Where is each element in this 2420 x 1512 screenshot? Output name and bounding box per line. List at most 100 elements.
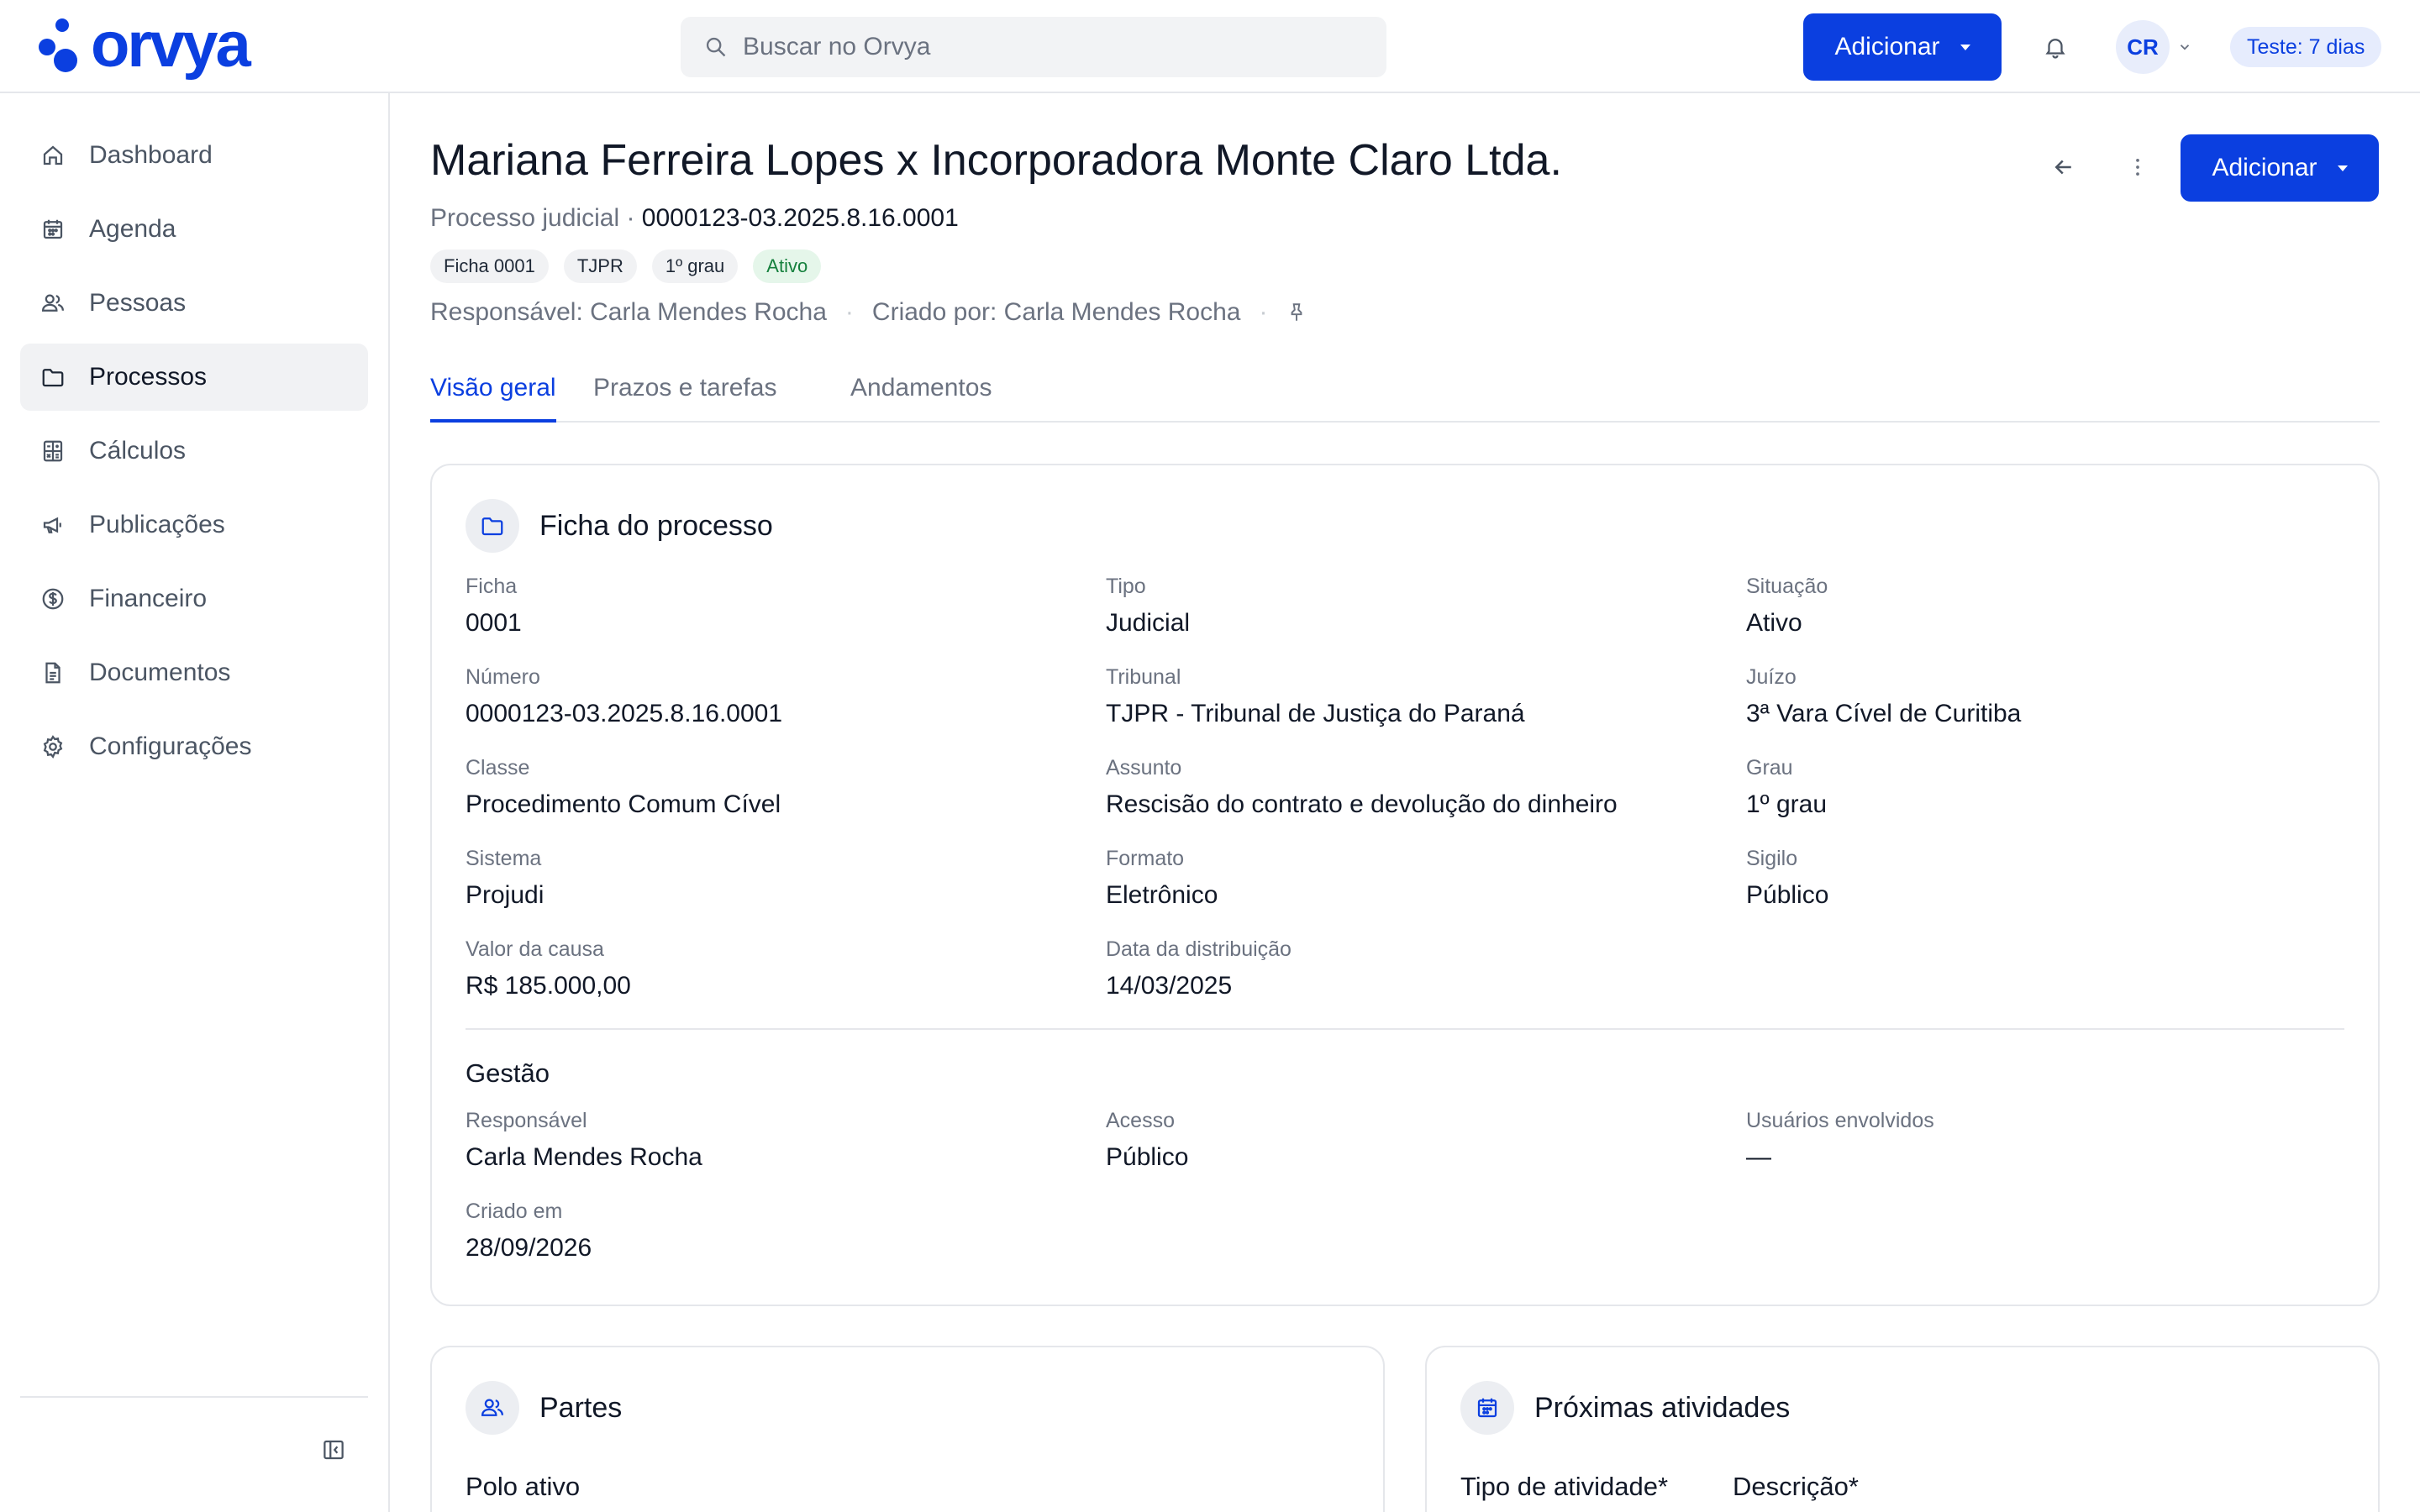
logo-dots-icon [39,18,86,72]
field-label: Acesso [1106,1109,1175,1132]
sidebar-item-label: Dashboard [89,141,213,169]
back-button[interactable] [2045,149,2082,186]
sidebar-divider [20,1396,368,1398]
add-button-topbar[interactable]: Adicionar [1803,13,2002,81]
sidebar-item-documentos[interactable]: Documentos [20,639,368,706]
tabs: Visão geral Prazos e tarefas Andamentos [430,365,2380,423]
process-subtitle: Processo judicial · 0000123-03.2025.8.16… [430,204,959,233]
sidebar-item-label: Publicações [89,511,225,538]
sidebar-item-calculos[interactable]: Cálculos [20,417,368,485]
field-value: Procedimento Comum Cível [466,790,781,818]
process-meta: Responsável: Carla Mendes Rocha · Criado… [430,298,1307,327]
polo-ativo-title: Polo ativo [466,1472,581,1501]
sidebar-item-agenda[interactable]: Agenda [20,196,368,263]
search-bar[interactable] [681,17,1386,77]
chip-ficha: Ficha 0001 [430,249,549,283]
tab-andamentos[interactable]: Andamentos [850,365,992,423]
sidebar-item-financeiro[interactable]: Financeiro [20,565,368,633]
add-button-label: Adicionar [1834,33,1940,60]
field-label: Sigilo [1746,847,1798,870]
process-number: 0000123-03.2025.8.16.0001 [641,204,959,232]
field-label: Usuários envolvidos [1746,1109,1934,1132]
card-title: Partes [539,1391,623,1424]
field-label: Tribunal [1106,665,1181,689]
tab-visao-geral[interactable]: Visão geral [430,365,556,423]
sidebar-item-label: Agenda [89,215,176,243]
people-icon [466,1381,519,1435]
field-tribunal: Tribunal TJPR - Tribunal de Justiça do Pa… [1106,665,1525,728]
meta-separator: · [844,298,854,326]
partes-card: Partes Polo ativo [430,1346,1385,1512]
atividades-card-header: Próximas atividades [1460,1381,1790,1435]
field-label: Número [466,665,540,689]
user-menu-toggle[interactable] [2175,37,2195,57]
add-button-header[interactable]: Adicionar [2181,134,2379,202]
status-badge: Ativo [753,249,822,283]
sidebar-item-label: Financeiro [89,585,208,612]
field-value: Público [1746,881,1829,909]
atividades-card: Próximas atividades Tipo de atividade* D… [1425,1346,2380,1512]
sidebar-item-publicacoes[interactable]: Publicações [20,491,368,559]
field-value: Projudi [466,881,544,909]
field-value: R$ 185.000,00 [466,972,631,1000]
field-classe: Classe Procedimento Comum Cível [466,756,781,819]
descricao-label: Descrição* [1733,1472,1859,1501]
field-label: Ficha [466,575,518,598]
pin-icon [1292,303,1302,321]
criado-por-text: Criado por: Carla Mendes Rocha [871,298,1241,326]
field-gestao-responsavel: Responsável Carla Mendes Rocha [466,1109,702,1172]
field-valor-causa: Valor da causa R$ 185.000,00 [466,937,631,1000]
collapse-sidebar-button[interactable] [321,1437,348,1464]
notifications-button[interactable] [2039,30,2072,64]
user-avatar[interactable]: CR [2116,20,2170,74]
field-label: Situação [1746,575,1828,598]
trial-badge[interactable]: Teste: 7 dias [2230,27,2382,67]
gear-icon [43,735,63,759]
field-value: Carla Mendes Rocha [466,1143,702,1171]
document-icon [45,662,60,684]
field-sistema: Sistema Projudi [466,847,544,910]
field-value: 0001 [466,609,522,637]
tipo-atividade-label: Tipo de atividade* [1460,1472,1669,1501]
field-label: Assunto [1106,756,1182,780]
sidebar-item-pessoas[interactable]: Pessoas [20,270,368,337]
field-value: — [1746,1143,1771,1171]
add-button-label: Adicionar [2212,154,2317,181]
partes-card-header: Partes [466,1381,622,1435]
more-options-button[interactable] [2119,149,2156,186]
sidebar-item-label: Processos [89,363,208,391]
card-title: Próximas atividades [1534,1391,1791,1424]
field-value: 3ª Vara Cível de Curitiba [1746,700,2022,727]
field-label: Classe [466,756,530,780]
sidebar-item-dashboard[interactable]: Dashboard [20,122,368,189]
home-icon [43,145,63,165]
field-label: Juízo [1746,665,1797,689]
meta-separator: · [1259,298,1268,326]
tab-prazos-e-tarefas[interactable]: Prazos e tarefas [593,365,776,423]
sidebar-item-processos[interactable]: Processos [20,344,368,411]
field-value: Eletrônico [1106,881,1218,909]
chevron-down-icon [2180,45,2190,50]
sidebar-item-label: Documentos [89,659,231,686]
dollar-icon [42,588,64,610]
field-value: Ativo [1746,609,1802,637]
field-assunto: Assunto Rescisão do contrato e devolução … [1106,756,1618,819]
megaphone-icon [43,517,61,533]
field-label: Sistema [466,847,542,870]
field-value: 1º grau [1746,790,1828,818]
field-numero: Número 0000123-03.2025.8.16.0001 [466,665,782,728]
pin-button[interactable] [1286,302,1307,323]
logo-text: orvya [91,9,251,81]
field-label: Valor da causa [466,937,604,961]
calendar-icon [1460,1381,1514,1435]
sidebar-item-configuracoes[interactable]: Configurações [20,713,368,780]
ficha-card-header: Ficha do processo [466,499,773,553]
search-input[interactable] [743,33,1331,61]
calendar-icon [43,219,63,239]
field-label: Data da distribuição [1106,937,1292,961]
folder-icon [466,499,519,553]
orvya-logo[interactable]: orvya [39,9,251,81]
search-icon [706,37,726,57]
sidebar-item-label: Pessoas [89,289,187,317]
field-label: Tipo [1106,575,1146,598]
